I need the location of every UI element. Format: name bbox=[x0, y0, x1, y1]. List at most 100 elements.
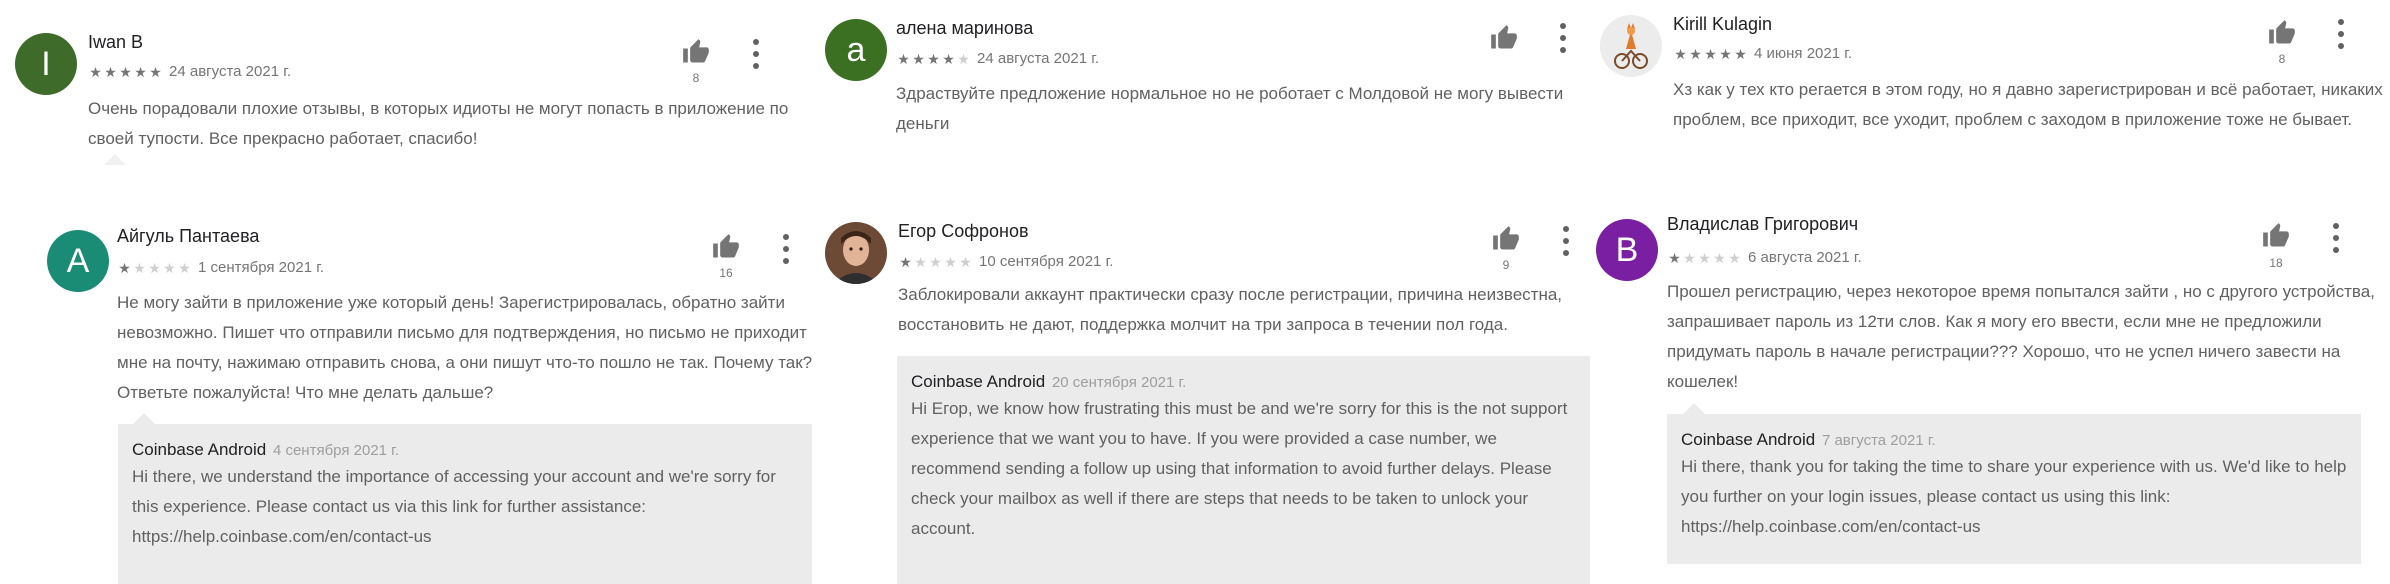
reply-pointer bbox=[1683, 403, 1705, 414]
star-empty-icon: ★ bbox=[178, 259, 191, 276]
reply-date: 7 августа 2021 г. bbox=[1821, 432, 1936, 449]
star-rating: ★ ★ ★ ★ ★ bbox=[88, 65, 163, 79]
star-empty-icon: ★ bbox=[1713, 249, 1726, 266]
star-empty-icon: ★ bbox=[959, 253, 972, 270]
person-photo-avatar[interactable] bbox=[825, 222, 887, 284]
star-rating: ★ ★ ★ ★ ★ bbox=[117, 261, 192, 275]
thumbs-up-icon[interactable] bbox=[2268, 19, 2296, 47]
reply-text: Hi Егор, we know how frustrating this mu… bbox=[911, 399, 1568, 538]
star-filled-icon: ★ bbox=[89, 63, 102, 80]
star-empty-icon: ★ bbox=[944, 253, 957, 270]
thumbs-up-icon[interactable] bbox=[682, 38, 710, 66]
developer-reply: Coinbase Android 4 сентября 2021 г. Hi t… bbox=[118, 424, 812, 584]
review-date: 1 сентября 2021 г. bbox=[198, 259, 325, 276]
thumbs-up-icon[interactable] bbox=[2262, 222, 2290, 250]
star-empty-icon: ★ bbox=[1683, 249, 1696, 266]
star-filled-icon: ★ bbox=[899, 253, 912, 270]
reviewer-name: Айгуль Пантаева bbox=[117, 226, 260, 246]
star-filled-icon: ★ bbox=[104, 63, 117, 80]
review-text: Хз как у тех кто регается в этом году, н… bbox=[1673, 80, 2383, 129]
star-empty-icon: ★ bbox=[163, 259, 176, 276]
star-empty-icon: ★ bbox=[957, 50, 970, 67]
reply-author: Coinbase Android bbox=[1681, 430, 1816, 449]
reply-text: Hi there, thank you for taking the time … bbox=[1681, 457, 2347, 536]
star-filled-icon: ★ bbox=[927, 50, 940, 67]
avatar[interactable]: B bbox=[1596, 219, 1658, 281]
reply-author: Coinbase Android bbox=[911, 372, 1046, 391]
reviewer-name: Iwan B bbox=[88, 32, 144, 52]
reviewer-name: алена маринова bbox=[896, 18, 1034, 38]
fox-cyclist-avatar[interactable] bbox=[1600, 15, 1662, 77]
reviewer-name: Владислав Григорович bbox=[1667, 214, 1859, 234]
review-date: 24 августа 2021 г. bbox=[977, 50, 1100, 67]
star-empty-icon: ★ bbox=[1728, 249, 1741, 266]
reply-text: Hi there, we understand the importance o… bbox=[132, 467, 776, 546]
star-filled-icon: ★ bbox=[897, 50, 910, 67]
helpful-count: 9 bbox=[1502, 258, 1510, 272]
thumbs-up-icon[interactable] bbox=[1492, 225, 1520, 253]
developer-reply: Coinbase Android 7 августа 2021 г. Hi th… bbox=[1667, 414, 2361, 564]
review-meta: ★ ★ ★ ★ ★ 24 августа 2021 г. bbox=[88, 63, 291, 80]
review-meta: ★ ★ ★ ★ ★ 6 августа 2021 г. bbox=[1667, 249, 1862, 266]
review-text: Здраствуйте предложение нормальное но не… bbox=[896, 84, 1564, 133]
review-text: Очень порадовали плохие отзывы, в которы… bbox=[88, 99, 789, 148]
star-filled-icon: ★ bbox=[1734, 45, 1747, 62]
reply-author: Coinbase Android bbox=[132, 440, 267, 459]
star-filled-icon: ★ bbox=[1668, 249, 1681, 266]
review-date: 24 августа 2021 г. bbox=[169, 63, 292, 80]
reply-date: 4 сентября 2021 г. bbox=[272, 442, 399, 459]
review-meta: ★ ★ ★ ★ ★ 10 сентября 2021 г. bbox=[898, 253, 1113, 270]
star-empty-icon: ★ bbox=[929, 253, 942, 270]
star-filled-icon: ★ bbox=[118, 259, 131, 276]
thumbs-up-icon[interactable] bbox=[1490, 24, 1518, 52]
star-filled-icon: ★ bbox=[1704, 45, 1717, 62]
reply-pointer bbox=[104, 154, 126, 165]
star-rating: ★ ★ ★ ★ ★ bbox=[896, 52, 971, 66]
star-rating: ★ ★ ★ ★ ★ bbox=[898, 255, 973, 269]
more-options-icon[interactable] bbox=[751, 39, 761, 69]
review-date: 4 июня 2021 г. bbox=[1754, 45, 1853, 62]
helpful-count: 18 bbox=[2269, 256, 2283, 270]
more-options-icon[interactable] bbox=[2331, 223, 2341, 253]
star-empty-icon: ★ bbox=[1698, 249, 1711, 266]
reply-date: 20 сентября 2021 г. bbox=[1051, 374, 1187, 391]
star-rating: ★ ★ ★ ★ ★ bbox=[1667, 251, 1742, 265]
reviewer-name: Егор Софронов bbox=[898, 221, 1029, 241]
more-options-icon[interactable] bbox=[2336, 19, 2346, 49]
review-meta: ★ ★ ★ ★ ★ 4 июня 2021 г. bbox=[1673, 45, 1852, 62]
helpful-count: 8 bbox=[2278, 52, 2286, 66]
developer-reply: Coinbase Android 20 сентября 2021 г. Hi … bbox=[897, 356, 1590, 584]
star-filled-icon: ★ bbox=[119, 63, 132, 80]
star-rating: ★ ★ ★ ★ ★ bbox=[1673, 47, 1748, 61]
more-options-icon[interactable] bbox=[1561, 226, 1571, 256]
avatar[interactable]: I bbox=[15, 33, 77, 95]
star-filled-icon: ★ bbox=[1674, 45, 1687, 62]
review-meta: ★ ★ ★ ★ ★ 1 сентября 2021 г. bbox=[117, 259, 324, 276]
more-options-icon[interactable] bbox=[781, 234, 791, 264]
star-filled-icon: ★ bbox=[149, 63, 162, 80]
thumbs-up-icon[interactable] bbox=[712, 233, 740, 261]
helpful-count: 16 bbox=[719, 266, 733, 280]
reply-pointer bbox=[133, 413, 155, 424]
star-filled-icon: ★ bbox=[1689, 45, 1702, 62]
star-filled-icon: ★ bbox=[912, 50, 925, 67]
review-text: Заблокировали аккаунт практически сразу … bbox=[898, 285, 1563, 334]
star-filled-icon: ★ bbox=[942, 50, 955, 67]
review-meta: ★ ★ ★ ★ ★ 24 августа 2021 г. bbox=[896, 50, 1099, 67]
star-filled-icon: ★ bbox=[1719, 45, 1732, 62]
more-options-icon[interactable] bbox=[1558, 23, 1568, 53]
reviewer-name: Kirill Kulagin bbox=[1673, 14, 1773, 34]
avatar[interactable]: а bbox=[825, 19, 887, 81]
star-empty-icon: ★ bbox=[148, 259, 161, 276]
review-text: Не могу зайти в приложение уже который д… bbox=[117, 293, 813, 402]
review-date: 10 сентября 2021 г. bbox=[979, 253, 1114, 270]
person-photo-icon bbox=[825, 222, 887, 284]
star-filled-icon: ★ bbox=[134, 63, 147, 80]
avatar[interactable]: A bbox=[47, 230, 109, 292]
helpful-count: 8 bbox=[692, 71, 700, 85]
review-text: Прошел регистрацию, через некоторое врем… bbox=[1667, 282, 2375, 391]
star-empty-icon: ★ bbox=[133, 259, 146, 276]
fox-cyclist-icon bbox=[1600, 15, 1662, 77]
review-date: 6 августа 2021 г. bbox=[1748, 249, 1862, 266]
star-empty-icon: ★ bbox=[914, 253, 927, 270]
